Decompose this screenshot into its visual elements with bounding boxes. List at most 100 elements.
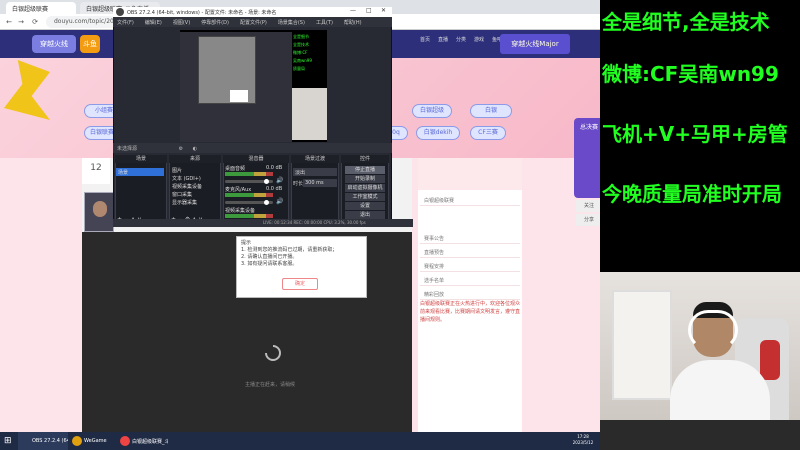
chat-row[interactable]: 白银超级联赛 xyxy=(420,194,520,206)
no-source-label: 未选择源 xyxy=(117,146,138,152)
header-icon-home[interactable]: 首页 xyxy=(416,36,434,43)
site-logo[interactable]: 穿越火线Major xyxy=(32,35,76,66)
menu-edit[interactable]: 编辑(E) xyxy=(145,20,162,26)
speaker-icon[interactable]: 🔊 xyxy=(276,198,283,205)
chat-row[interactable]: 赛事公告 xyxy=(420,232,520,244)
menu-profile[interactable]: 配置文件(P) xyxy=(240,20,267,26)
webcam-window xyxy=(612,290,672,400)
volume-knob[interactable] xyxy=(264,200,269,205)
menu-help[interactable]: 帮助(H) xyxy=(344,20,362,26)
volume-knob[interactable] xyxy=(264,179,269,184)
minimize-icon[interactable]: — xyxy=(350,7,356,14)
audio-meter xyxy=(225,172,273,176)
back-icon[interactable]: ← xyxy=(4,17,14,27)
scenes-dock-title: 场景 xyxy=(115,155,167,163)
dialog-message: 提示 1. 检测到您的推流码已过期，请重新获取； 2. 请确认直播间已开播。 3… xyxy=(241,240,338,267)
duration-label: 时长 xyxy=(293,181,304,187)
site-logo-tag[interactable]: 斗鱼 xyxy=(80,35,100,53)
chat-row[interactable]: 精彩回放 xyxy=(420,288,520,300)
mixer-channel-name: 视频采集设备 xyxy=(225,208,256,214)
exit-button[interactable]: 退出 xyxy=(345,211,385,219)
audio-meter xyxy=(225,193,273,197)
obs-status-bar: LIVE: 00:12:34 REC: 00:00:00 CPU: 3.2%, … xyxy=(113,219,413,227)
close-icon[interactable]: ✕ xyxy=(381,7,386,14)
reload-icon[interactable]: ⟳ xyxy=(30,17,40,27)
chat-row[interactable]: 赛程安排 xyxy=(420,260,520,272)
transitions-dock-title: 场景过渡 xyxy=(291,155,339,163)
taskbar-item-wegame[interactable]: WeGame xyxy=(70,432,116,450)
taskbar-item-browser[interactable]: 白银超级联赛_斗鱼 xyxy=(118,432,168,450)
follow-button[interactable]: 关注 xyxy=(576,200,602,212)
nav-pill[interactable]: 白银 xyxy=(470,104,512,118)
taskbar-item-obs[interactable]: OBS 27.2.4 (64-bit) xyxy=(18,432,68,450)
preview-dialog xyxy=(230,90,248,102)
studio-mode-button[interactable]: 工作室模式 xyxy=(345,193,385,201)
source-item[interactable]: 显示器采集 xyxy=(170,198,220,206)
nav-pill[interactable]: 白银超级 xyxy=(412,104,452,118)
sources-dock-title: 来源 xyxy=(169,155,221,163)
obs-menu-bar: 文件(F) 编辑(E) 视图(V) 停靠部件(D) 配置文件(P) 场景集合(S) 工具(T… xyxy=(113,17,392,27)
preview-overlay-text: 全是细节 全是技术 微博:CF 吴南wn99 质量局 xyxy=(292,32,327,88)
maximize-icon[interactable]: □ xyxy=(366,7,372,14)
source-toolbar: 未选择源 ⚙ ◐ xyxy=(113,143,392,153)
scenes-dock xyxy=(115,155,167,225)
start-icon[interactable]: ⊞ xyxy=(4,436,14,446)
overlay-line: 飞机+V+马甲+房管 xyxy=(602,122,788,146)
screen: 白银超级联赛 白银超级联赛_斗鱼直播 ← → ⟳ douyu.com/topic… xyxy=(0,0,800,450)
scene-item[interactable]: 场景 xyxy=(116,168,164,176)
controls-dock-title: 控件 xyxy=(341,155,389,163)
date-day: 12 xyxy=(82,158,110,184)
mixer-channel-name: 桌面音频 xyxy=(225,166,246,172)
audio-meter xyxy=(225,214,273,218)
preview-webcam xyxy=(292,88,327,140)
settings-button[interactable]: 设置 xyxy=(345,202,385,210)
filters-icon[interactable]: ◐ xyxy=(193,146,197,152)
loading-spinner-icon xyxy=(265,345,281,361)
tray-clock[interactable]: 17:28 2023/5/12 xyxy=(570,434,596,446)
source-item[interactable]: 文本 (GDI+) xyxy=(170,174,220,182)
streamer-avatar[interactable] xyxy=(84,192,114,232)
chat-panel-header xyxy=(418,158,522,190)
start-recording-button[interactable]: 开始录制 xyxy=(345,175,385,183)
share-button[interactable]: 分享 xyxy=(576,214,602,226)
menu-file[interactable]: 文件(F) xyxy=(117,20,134,26)
header-icon-live[interactable]: 直播 xyxy=(434,36,452,43)
chat-row[interactable]: 直播预告 xyxy=(420,246,520,258)
site-banner[interactable]: 穿越火线Major xyxy=(500,34,570,54)
overlay-line: 全是细节,全是技术 xyxy=(602,10,770,34)
transition-select[interactable]: 淡出 xyxy=(293,168,337,176)
nav-pill[interactable]: CF三赛 xyxy=(470,126,506,140)
duration-input[interactable]: 300 ms xyxy=(303,179,337,187)
dialog-confirm-button[interactable]: 确定 xyxy=(282,278,318,290)
source-item[interactable]: 视频采集设备 xyxy=(170,182,220,190)
transitions-dock xyxy=(291,155,339,225)
stop-streaming-button[interactable]: 停止直播 xyxy=(345,166,385,174)
mixer-channel-level: 0.0 dB xyxy=(266,165,283,171)
nav-pill[interactable]: 白银dekih xyxy=(416,126,460,140)
desk xyxy=(600,420,800,450)
forward-icon[interactable]: → xyxy=(16,17,26,27)
chat-row[interactable]: 选手名单 xyxy=(420,274,520,286)
header-icon-game[interactable]: 游戏 xyxy=(470,36,488,43)
gaming-chair-accent xyxy=(760,340,780,380)
mixer-channel-name: 麦克风/Aux xyxy=(225,187,252,193)
source-item[interactable]: 窗口采集 xyxy=(170,190,220,198)
menu-docks[interactable]: 停靠部件(D) xyxy=(201,20,229,26)
menu-view[interactable]: 视图(V) xyxy=(173,20,190,26)
player-caption: 主播正在赶来，请稍候 xyxy=(244,382,295,388)
menu-scene-collection[interactable]: 场景集合(S) xyxy=(278,20,305,26)
virtual-camera-button[interactable]: 启动虚拟摄像机 xyxy=(345,184,385,192)
chat-announcement: 白银超级联赛正在火热进行中，欢迎各位观众前来观看比赛，比赛期间请文明发言，遵守直… xyxy=(420,301,520,323)
properties-gear-icon[interactable]: ⚙ xyxy=(179,146,183,152)
header-icon-category[interactable]: 分类 xyxy=(452,36,470,43)
obs-app-icon xyxy=(116,8,124,16)
overlay-line: 今晚质量局准时开局 xyxy=(602,182,782,206)
browser-tab[interactable]: 白银超级联赛 xyxy=(6,2,76,14)
mixer-channel-level: 0.0 dB xyxy=(266,186,283,192)
headset xyxy=(688,310,738,350)
overlay-line: 微博:CF吴南wn99 xyxy=(602,62,779,86)
menu-tools[interactable]: 工具(T) xyxy=(316,20,333,26)
speaker-icon[interactable]: 🔊 xyxy=(276,177,283,184)
source-item[interactable]: 图片 xyxy=(170,166,220,174)
mixer-dock-title: 混音器 xyxy=(223,155,289,163)
